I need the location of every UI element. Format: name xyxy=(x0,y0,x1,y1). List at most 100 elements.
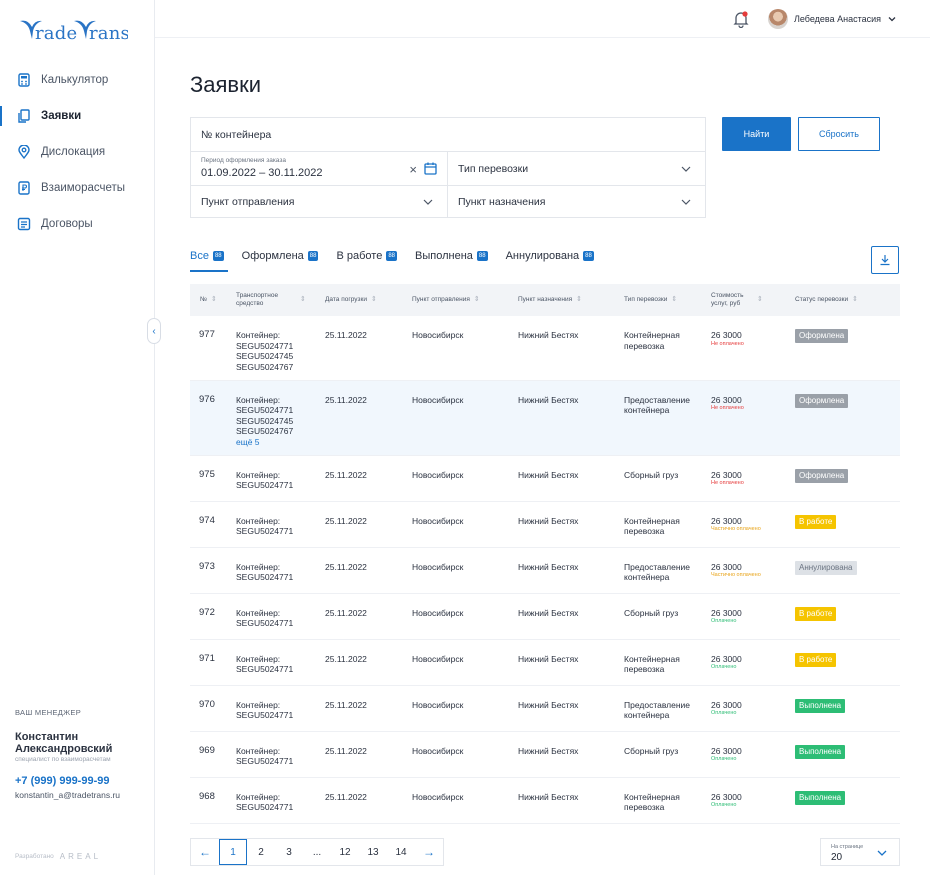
sidebar-item-label: Взаиморасчеты xyxy=(41,182,126,194)
tab-count-badge: 88 xyxy=(476,251,488,261)
chevron-down-icon xyxy=(681,166,691,172)
status-badge: В работе xyxy=(795,514,837,529)
table-row[interactable]: 968 Контейнер: SEGU5024771 25.11.2022 Новоси… xyxy=(190,777,900,824)
tab-all[interactable]: Все 88 xyxy=(190,248,228,272)
svg-text:rans: rans xyxy=(89,23,128,43)
table-row[interactable]: 969 Контейнер: SEGU5024771 25.11.2022 Новоси… xyxy=(190,731,900,778)
transport-type-line: перевозка xyxy=(624,802,665,812)
column-header-number[interactable]: № ⇕ xyxy=(190,284,232,316)
location-pin-icon xyxy=(18,145,30,159)
page-14-button[interactable]: 14 xyxy=(387,839,415,865)
tab-completed[interactable]: Выполнена 88 xyxy=(415,248,488,264)
clear-icon[interactable]: × xyxy=(409,162,417,177)
per-page-select[interactable]: На странице 20 xyxy=(820,838,900,866)
table-row[interactable]: 972 Контейнер: SEGU5024771 25.11.2022 Новоси… xyxy=(190,593,900,640)
column-header-date[interactable]: Дата погрузки ⇕ xyxy=(321,284,408,316)
developer-label: Разработано xyxy=(15,853,54,860)
column-header-transport-type[interactable]: Тип перевозки ⇕ xyxy=(620,284,707,316)
transport-type-line: Сборный груз xyxy=(624,469,679,480)
column-header-origin[interactable]: Пункт отправления ⇕ xyxy=(408,284,514,316)
column-header-status[interactable]: Статус перевозки ⇕ xyxy=(791,284,900,316)
tab-cancelled[interactable]: Аннулирована 88 xyxy=(506,248,594,264)
user-name: Лебедева Анастасия xyxy=(794,14,882,24)
show-more-link[interactable]: ещё 5 xyxy=(236,437,317,448)
container-number-input[interactable]: № контейнера xyxy=(190,117,706,152)
destination-select[interactable]: Пункт назначения xyxy=(447,185,706,218)
manager-name: Константин Александровский xyxy=(15,731,113,755)
tradetrans-logo[interactable]: rade rans xyxy=(18,17,128,43)
developer-brand: AREAL xyxy=(59,852,102,861)
tab-count-badge: 88 xyxy=(212,251,224,261)
user-menu[interactable]: Лебедева Анастасия xyxy=(768,9,897,29)
vehicle-line: SEGU5024771 xyxy=(236,664,294,674)
cell-destination: Нижний Бестях xyxy=(514,455,620,502)
page-1-button[interactable]: 1 xyxy=(219,839,247,865)
table-row[interactable]: 976 Контейнер: SEGU5024771 SEGU5024745 SEGU5… xyxy=(190,380,900,456)
table-row[interactable]: 973 Контейнер: SEGU5024771 25.11.2022 Новоси… xyxy=(190,547,900,594)
cell-vehicle: Контейнер: SEGU5024771 SEGU5024745 SEGU5024… xyxy=(232,316,321,381)
table-row[interactable]: 977 Контейнер: SEGU5024771 SEGU5024745 SEGU5… xyxy=(190,316,900,381)
calendar-icon[interactable] xyxy=(424,162,437,175)
calculator-icon xyxy=(18,73,30,87)
collapse-sidebar-button[interactable]: ‹ xyxy=(147,318,161,344)
column-header-destination[interactable]: Пункт назначения ⇕ xyxy=(514,284,620,316)
table-row[interactable]: 971 Контейнер: SEGU5024771 25.11.2022 Новоси… xyxy=(190,639,900,686)
per-page-value: 20 xyxy=(831,852,843,863)
table-row[interactable]: 974 Контейнер: SEGU5024771 25.11.2022 Новоси… xyxy=(190,501,900,548)
manager-phone-link[interactable]: +7 (999) 999-99-99 xyxy=(15,775,155,787)
sidebar-item-label: Дислокация xyxy=(41,146,106,158)
cell-cost: 26 3000 Оплачено xyxy=(707,639,791,686)
page-2-button[interactable]: 2 xyxy=(247,839,275,865)
notifications-button[interactable] xyxy=(733,10,749,33)
cell-number: 975 xyxy=(190,455,232,502)
tab-in-progress[interactable]: В работе 88 xyxy=(336,248,398,264)
column-label: Транспортное средство xyxy=(236,292,279,307)
page-ellipsis: ... xyxy=(312,846,322,858)
manager-email-link[interactable]: konstantin_a@tradetrans.ru xyxy=(15,790,155,800)
sort-icon: ⇕ xyxy=(671,296,678,303)
cell-destination: Нижний Бестях xyxy=(514,380,620,456)
cell-cost: 26 3000 Не оплачено xyxy=(707,316,791,381)
table-row[interactable]: 970 Контейнер: SEGU5024771 25.11.2022 Новоси… xyxy=(190,685,900,732)
reset-button[interactable]: Сбросить xyxy=(798,117,880,151)
sidebar-item-settlements[interactable]: Взаиморасчеты xyxy=(0,170,155,206)
vehicle-line: Контейнер: xyxy=(236,791,281,802)
period-date-field[interactable]: Период оформления заказа 01.09.2022 – 30… xyxy=(190,151,448,186)
cell-destination: Нижний Бестях xyxy=(514,639,620,686)
transport-type-select[interactable]: Тип перевозки xyxy=(447,151,706,186)
sidebar-item-orders[interactable]: Заявки xyxy=(0,98,155,134)
sidebar-item-dislocation[interactable]: Дислокация xyxy=(0,134,155,170)
page-13-button[interactable]: 13 xyxy=(359,839,387,865)
cell-origin: Новосибирск xyxy=(408,685,514,732)
download-button[interactable] xyxy=(871,246,899,274)
origin-select[interactable]: Пункт отправления xyxy=(190,185,448,218)
cell-origin: Новосибирск xyxy=(408,455,514,502)
tab-label: Оформлена xyxy=(241,250,304,262)
cell-date: 25.11.2022 xyxy=(321,639,408,686)
vehicle-line: SEGU5024771 xyxy=(236,340,294,351)
vehicle-line: Контейнер: xyxy=(236,699,281,710)
developer-credit[interactable]: Разработано AREAL xyxy=(15,852,101,861)
page-12-button[interactable]: 12 xyxy=(331,839,359,865)
status-badge: В работе xyxy=(795,606,837,621)
transport-type-line: контейнера xyxy=(624,405,670,415)
sidebar-item-calculator[interactable]: Калькулятор xyxy=(0,62,155,98)
cell-vehicle: Контейнер: SEGU5024771 xyxy=(232,455,321,502)
vehicle-line: SEGU5024745 xyxy=(236,415,294,426)
payment-status: Не оплачено xyxy=(711,405,744,411)
transport-type-line: перевозка xyxy=(624,340,665,351)
transport-type-line: Контейнерная xyxy=(624,791,680,802)
period-label: Период оформления заказа xyxy=(201,157,286,164)
next-page-button[interactable]: → xyxy=(415,839,443,865)
find-button[interactable]: Найти xyxy=(722,117,791,151)
transport-type-label: Тип перевозки xyxy=(458,162,529,175)
sidebar-item-contracts[interactable]: Договоры xyxy=(0,206,155,242)
column-header-cost[interactable]: Стоимость услуг, руб ⇕ xyxy=(707,284,791,316)
cell-destination: Нижний Бестях xyxy=(514,593,620,640)
tab-issued[interactable]: Оформлена 88 xyxy=(242,248,319,264)
transport-type-line: Предоставление xyxy=(624,561,691,572)
column-header-vehicle[interactable]: Транспортное средство ⇕ xyxy=(232,284,321,316)
table-row[interactable]: 975 Контейнер: SEGU5024771 25.11.2022 Новоси… xyxy=(190,455,900,502)
page-3-button[interactable]: 3 xyxy=(275,839,303,865)
prev-page-button[interactable]: ← xyxy=(191,839,219,865)
